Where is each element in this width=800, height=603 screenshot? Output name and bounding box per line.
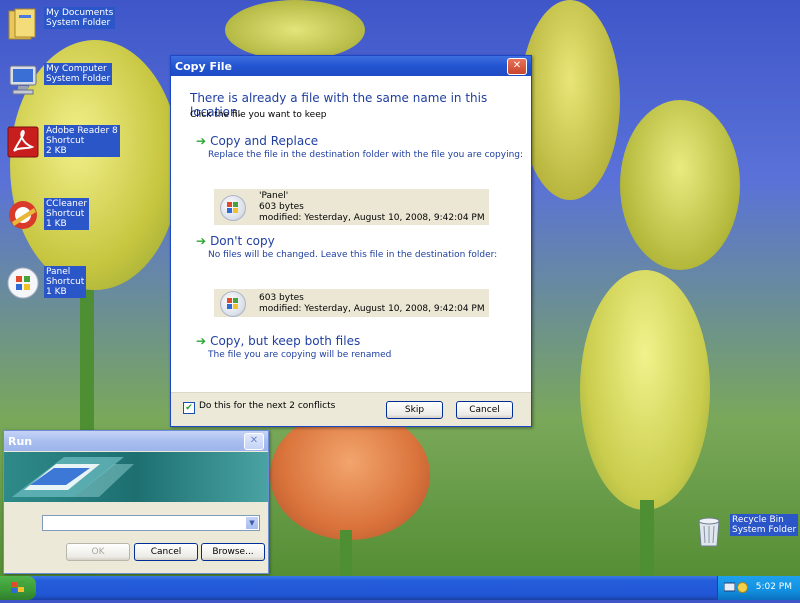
file-modified: modified: Yesterday, August 10, 2008, 9:… [259, 213, 485, 223]
close-button[interactable]: ✕ [244, 432, 264, 450]
conflicts-checkbox[interactable]: ✔ [183, 402, 195, 414]
close-button[interactable]: ✕ [507, 57, 527, 75]
ccleaner-icon [6, 198, 40, 232]
run-title: Run [8, 434, 33, 448]
windows-logo-icon [6, 266, 40, 300]
file-details: 603 bytes modified: Yesterday, August 10… [259, 293, 485, 315]
copy-file-title: Copy File [175, 59, 233, 73]
desktop-icon-label: My Computer System Folder [44, 63, 113, 85]
file-details: 'Panel' 603 bytes modified: Yesterday, A… [259, 191, 485, 224]
cancel-button[interactable]: Cancel [456, 401, 513, 419]
desktop-icon-adobe-reader[interactable]: Adobe Reader 8 Shortcut 2 KB [6, 125, 120, 159]
copy-file-footer: ✔ Do this for the next 2 conflicts Skip … [171, 392, 531, 426]
recycle-bin-icon [692, 514, 726, 548]
folder-icon [6, 7, 40, 41]
run-graphic-icon [12, 457, 134, 497]
display-tray-icon[interactable] [723, 582, 736, 593]
wallpaper-tulip [270, 410, 430, 540]
option-dont-copy[interactable]: ➔ Don't copy No files will be changed. Le… [196, 234, 497, 260]
desktop-icon-label: My Documents System Folder [44, 7, 116, 29]
wallpaper-tulip [520, 0, 620, 200]
desktop-icon-label: Recycle Bin System Folder [730, 514, 799, 536]
option-description: Replace the file in the destination fold… [208, 150, 524, 160]
green-arrow-icon: ➔ [196, 334, 207, 348]
file-modified: modified: Yesterday, August 10, 2008, 9:… [259, 304, 485, 314]
green-arrow-icon: ➔ [196, 134, 207, 148]
desktop-icon-my-computer[interactable]: My Computer System Folder [6, 63, 113, 97]
desktop-icon-panel[interactable]: Panel Shortcut 1 KB [6, 266, 87, 300]
run-titlebar[interactable]: Run ✕ [4, 431, 268, 451]
run-command-input[interactable]: ▼ [42, 515, 260, 531]
windows-flag-icon [11, 581, 24, 593]
taskbar: 5:02 PM [0, 576, 800, 600]
system-tray: 5:02 PM [717, 576, 800, 600]
skip-button[interactable]: Skip [386, 401, 443, 419]
copy-file-dialog: Copy File ✕ There is already a file with… [170, 55, 532, 427]
windows-logo-icon [220, 195, 246, 221]
ok-button[interactable]: OK [66, 543, 130, 561]
wallpaper-tulip [580, 270, 710, 510]
option-description: The file you are copying will be renamed [208, 350, 392, 360]
messenger-tray-icon[interactable] [737, 582, 748, 593]
taskbar-clock[interactable]: 5:02 PM [756, 582, 792, 592]
wallpaper-tulip [620, 100, 740, 270]
desktop-icon-label: Adobe Reader 8 Shortcut 2 KB [44, 125, 120, 157]
start-button[interactable] [0, 576, 36, 600]
desktop-icon-recycle-bin[interactable]: Recycle Bin System Folder [692, 514, 799, 548]
option-copy-and-replace[interactable]: ➔ Copy and Replace Replace the file in th… [196, 134, 523, 160]
file-size: 603 bytes [259, 202, 304, 212]
conflict-subheading: Click the file you want to keep [190, 110, 327, 120]
source-file-info[interactable]: 'Panel' 603 bytes modified: Yesterday, A… [214, 189, 489, 225]
desktop-icon-my-documents[interactable]: My Documents System Folder [6, 7, 116, 41]
option-description: No files will be changed. Leave this fil… [208, 250, 498, 260]
desktop-icon-label: Panel Shortcut 1 KB [44, 266, 87, 298]
green-arrow-icon: ➔ [196, 234, 207, 248]
windows-logo-icon [220, 291, 246, 317]
wallpaper-stem [340, 530, 352, 580]
browse-button[interactable]: Browse... [201, 543, 265, 561]
copy-file-body: There is already a file with the same na… [171, 76, 531, 426]
dropdown-arrow-icon[interactable]: ▼ [246, 517, 258, 529]
file-name: 'Panel' [259, 191, 289, 201]
file-size: 603 bytes [259, 293, 304, 303]
option-title: Don't copy [210, 234, 275, 248]
destination-file-info[interactable]: 603 bytes modified: Yesterday, August 10… [214, 289, 489, 317]
wallpaper-tulip [225, 0, 365, 60]
option-title: Copy and Replace [210, 134, 319, 148]
option-keep-both[interactable]: ➔ Copy, but keep both files The file you … [196, 334, 391, 360]
run-dialog: Run ✕ ▼ OK Cancel Browse... [3, 430, 269, 574]
desktop-icon-ccleaner[interactable]: CCleaner Shortcut 1 KB [6, 198, 90, 232]
copy-file-titlebar[interactable]: Copy File ✕ [171, 56, 531, 76]
option-title: Copy, but keep both files [210, 334, 361, 348]
run-banner [4, 452, 268, 502]
wallpaper-stem [640, 500, 654, 580]
adobe-reader-icon [6, 125, 40, 159]
desktop-icon-label: CCleaner Shortcut 1 KB [44, 198, 90, 230]
computer-icon [6, 63, 40, 97]
cancel-button[interactable]: Cancel [134, 543, 198, 561]
conflicts-checkbox-label[interactable]: Do this for the next 2 conflicts [199, 401, 335, 411]
